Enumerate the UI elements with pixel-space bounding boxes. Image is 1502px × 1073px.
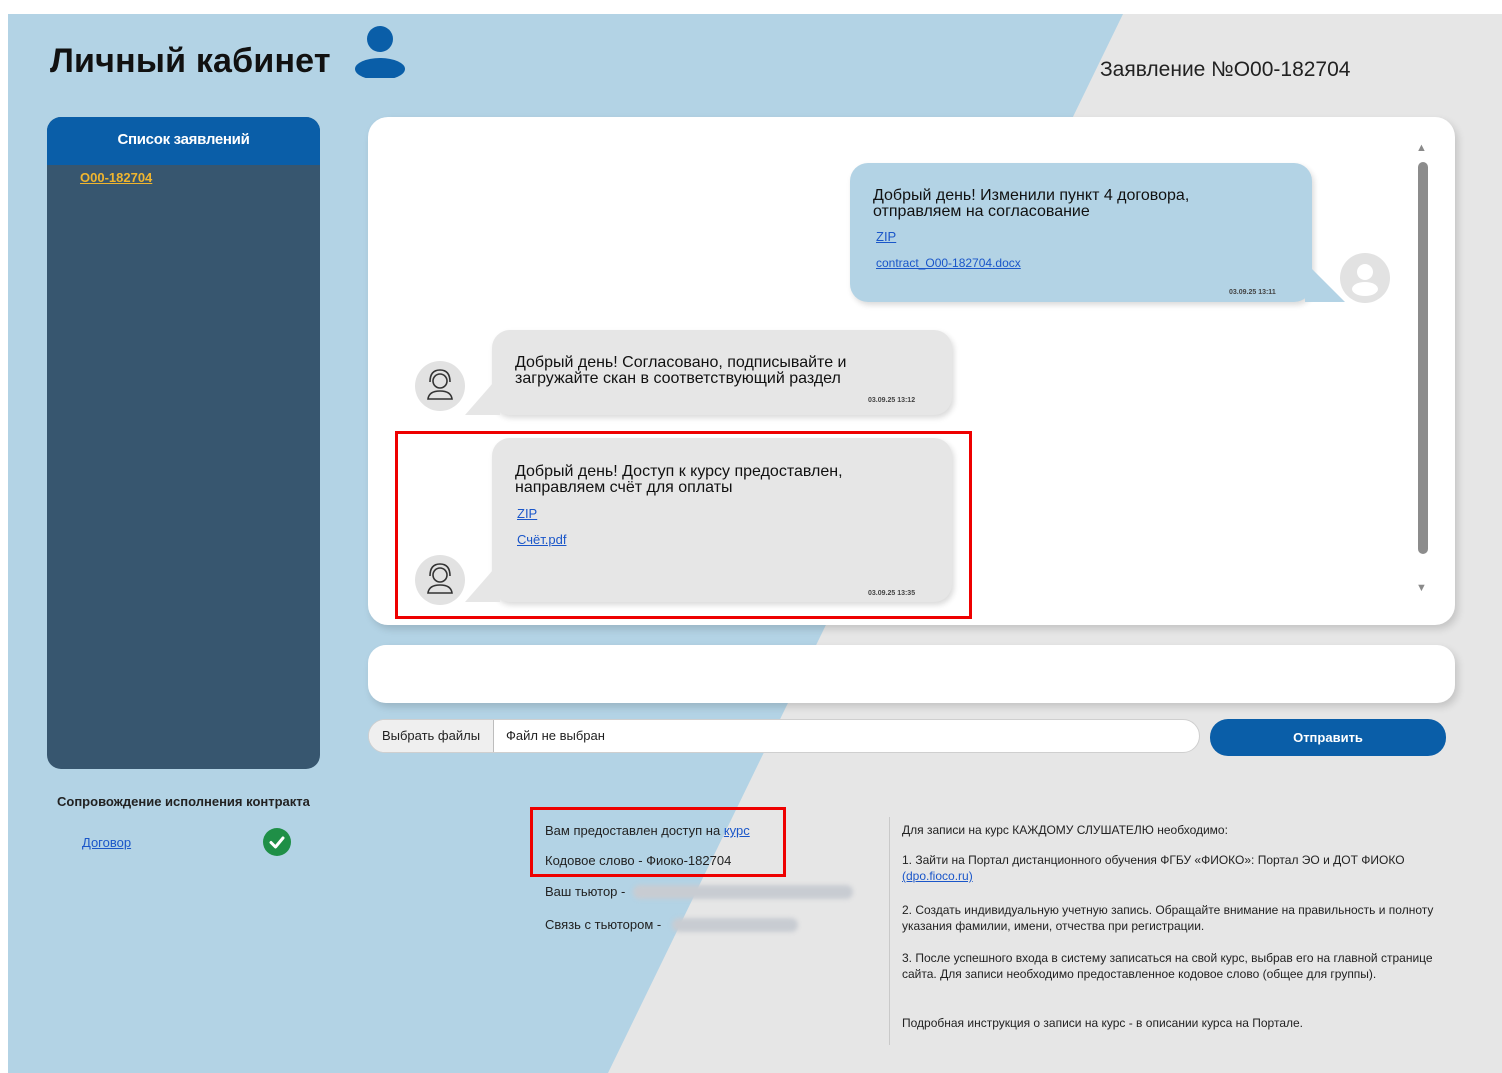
- attachment-contract-link[interactable]: contract_О00-182704.docx: [876, 256, 1021, 270]
- scroll-down-arrow-icon[interactable]: ▼: [1416, 582, 1427, 594]
- user-avatar-icon: [1352, 264, 1378, 296]
- sidebar-item-application[interactable]: О00-182704: [80, 170, 152, 185]
- instructions-footer: Подробная инструкция о записи на курс - …: [902, 1016, 1304, 1030]
- instructions-step-2: 2. Создать индивидуальную учетную запись…: [902, 903, 1434, 933]
- portal-link[interactable]: (dpo.fioco.ru): [902, 869, 973, 883]
- check-icon: [263, 828, 291, 856]
- message-outgoing: [850, 163, 1312, 302]
- support-agent-avatar: [415, 361, 465, 411]
- user-icon: [355, 26, 405, 78]
- highlight-box: [530, 807, 786, 877]
- tutor-contact-redacted: [672, 918, 798, 932]
- user-avatar: [1340, 253, 1390, 303]
- instructions-step-1: 1. Зайти на Портал дистанционного обучен…: [902, 852, 1462, 884]
- application-number: Заявление №О00-182704: [1100, 58, 1351, 81]
- message-timestamp: 03.09.25 13:12: [868, 397, 916, 404]
- message-timestamp: 03.09.25 13:11: [1229, 289, 1276, 296]
- message-text-line: Добрый день! Согласовано, подписывайте и: [515, 354, 847, 371]
- attachment-zip-link[interactable]: ZIP: [876, 229, 896, 244]
- chat-scrollbar[interactable]: [1418, 162, 1428, 554]
- choose-files-button[interactable]: Выбрать файлы: [369, 720, 494, 752]
- message-input[interactable]: [368, 645, 1455, 703]
- step-1-text: 1. Зайти на Портал дистанционного обучен…: [902, 853, 1405, 867]
- sidebar-title: Список заявлений: [47, 117, 320, 165]
- support-title: Сопровождение исполнения контракта: [57, 794, 310, 809]
- sidebar: Список заявлений О00-182704: [47, 117, 320, 769]
- instructions-step-3: 3. После успешного входа в систему запис…: [902, 951, 1433, 981]
- send-button[interactable]: Отправить: [1210, 719, 1446, 756]
- file-status: Файл не выбран: [506, 728, 605, 743]
- contract-link[interactable]: Договор: [82, 835, 131, 850]
- tutor-contact-label: Связь с тьютором -: [545, 917, 662, 932]
- divider: [889, 817, 890, 1045]
- highlight-box: [395, 431, 972, 619]
- message-text-line: отправляем на согласование: [873, 203, 1090, 220]
- scroll-up-arrow-icon[interactable]: ▲: [1416, 142, 1427, 154]
- message-text-line: Добрый день! Изменили пункт 4 договора,: [873, 187, 1190, 204]
- file-picker[interactable]: Выбрать файлы Файл не выбран: [368, 719, 1200, 753]
- support-agent-icon: [427, 369, 453, 400]
- tutor-label: Ваш тьютор -: [545, 884, 626, 899]
- page-title: Личный кабинет: [50, 42, 331, 80]
- tutor-name-redacted: [633, 885, 853, 899]
- message-text-line: загружайте скан в соответствующий раздел: [515, 370, 841, 387]
- instructions-intro: Для записи на курс КАЖДОМУ СЛУШАТЕЛЮ нео…: [902, 823, 1228, 837]
